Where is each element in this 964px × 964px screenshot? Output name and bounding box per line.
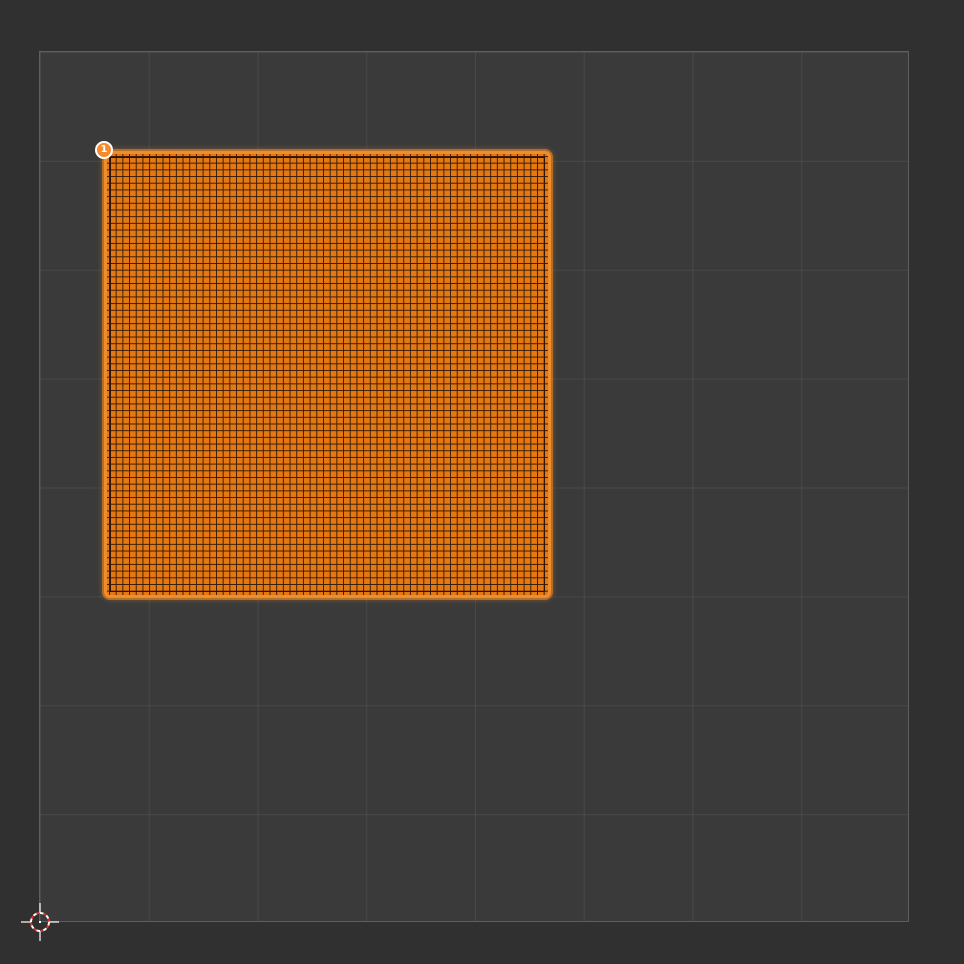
uv-island-inner-border [110, 157, 545, 592]
uv-editor-viewport[interactable]: 1 [0, 0, 964, 964]
uv-island-selected[interactable] [104, 151, 551, 598]
3d-cursor-icon[interactable] [21, 903, 59, 941]
uv-vertex-marker[interactable]: 1 [95, 141, 113, 159]
